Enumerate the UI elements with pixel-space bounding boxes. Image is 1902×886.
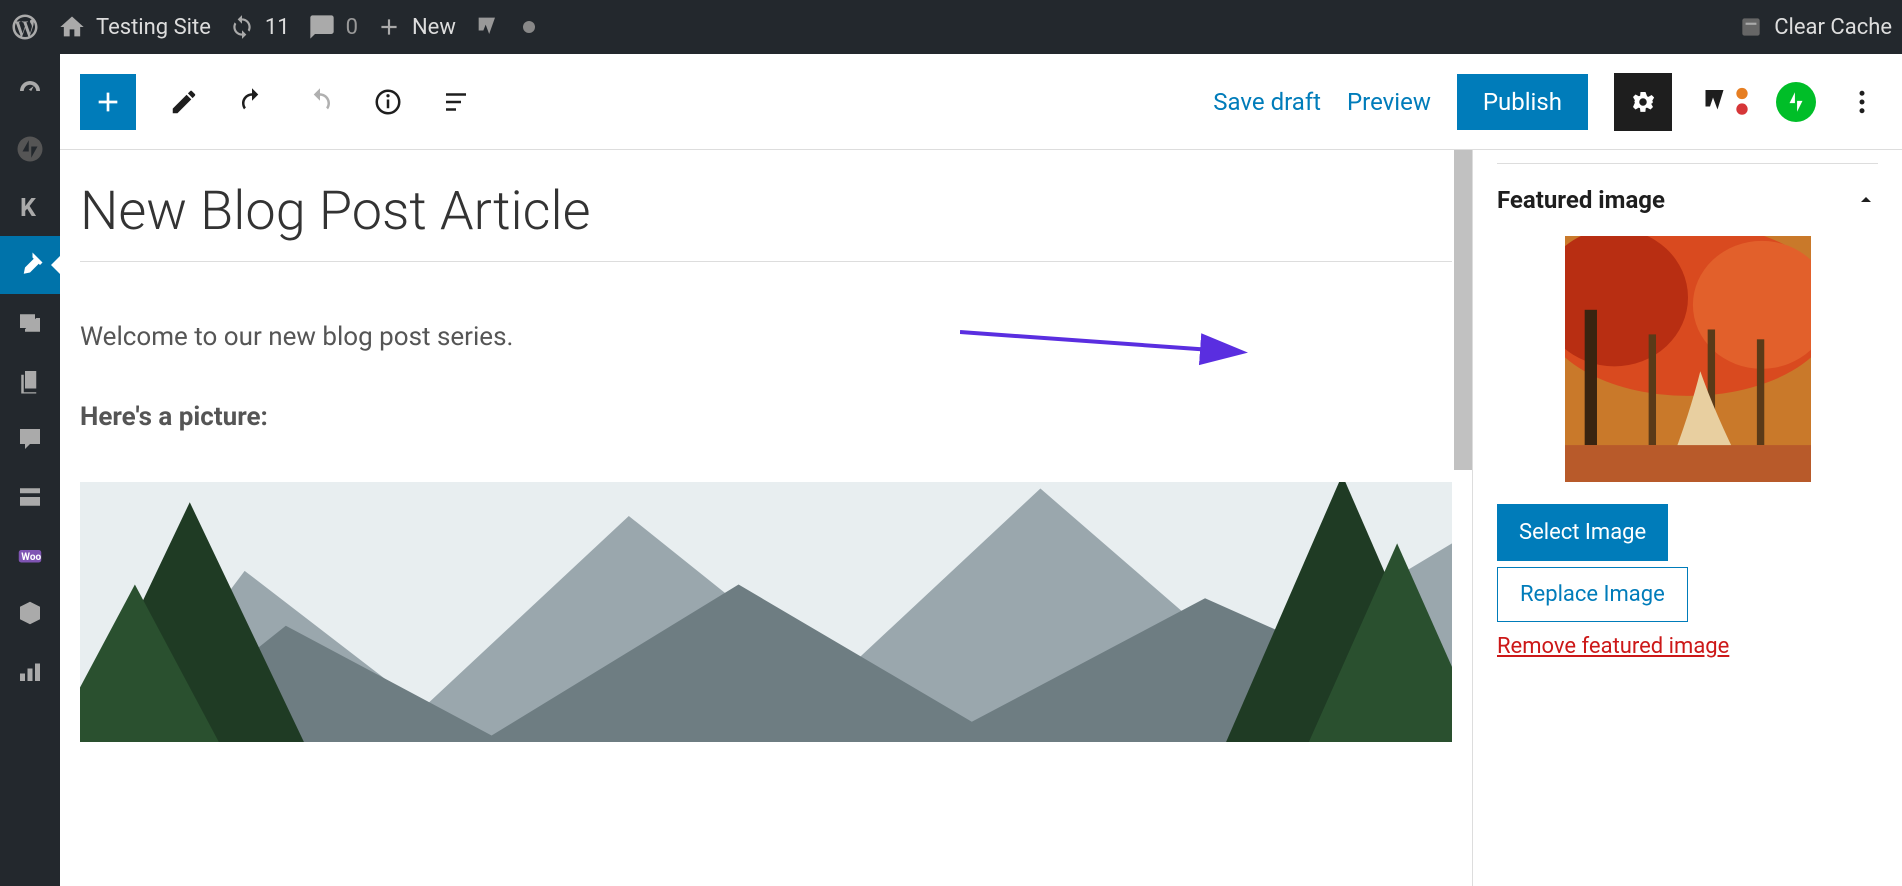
save-draft-button[interactable]: Save draft	[1213, 88, 1321, 116]
editor-canvas[interactable]: New Blog Post Article Welcome to our new…	[60, 150, 1472, 886]
nav-posts[interactable]	[0, 236, 60, 294]
chevron-up-icon	[1854, 188, 1878, 212]
nav-products[interactable]	[0, 584, 60, 642]
site-name-link[interactable]: Testing Site	[58, 13, 211, 41]
paragraph-block[interactable]: Here's a picture:	[80, 402, 1452, 432]
svg-text:K: K	[20, 194, 37, 222]
outline-button[interactable]	[436, 82, 476, 122]
undo-button[interactable]	[232, 82, 272, 122]
traffic-light-icon	[1734, 85, 1750, 119]
bolt-icon	[1783, 89, 1809, 115]
paragraph-block[interactable]: Welcome to our new blog post series.	[80, 322, 1452, 352]
jetpack-button[interactable]	[1776, 82, 1816, 122]
block-inserter-button[interactable]	[80, 74, 136, 130]
panel-title: Featured image	[1497, 186, 1665, 214]
admin-left-nav: K Woo	[0, 54, 60, 886]
details-button[interactable]	[368, 82, 408, 122]
comments-link[interactable]: 0	[308, 13, 358, 41]
clear-cache-label: Clear Cache	[1774, 15, 1892, 40]
post-title-input[interactable]: New Blog Post Article	[80, 180, 1452, 262]
nav-jetpack[interactable]	[0, 120, 60, 178]
nav-woocommerce[interactable]: Woo	[0, 526, 60, 584]
nav-comments[interactable]	[0, 410, 60, 468]
block-editor: Save draft Preview Publish New Blog Post…	[60, 54, 1902, 886]
image-block[interactable]	[80, 482, 1452, 742]
home-icon	[58, 13, 86, 41]
svg-text:Woo: Woo	[21, 552, 41, 563]
wp-logo[interactable]	[10, 12, 40, 42]
editor-toolbar: Save draft Preview Publish	[60, 54, 1902, 150]
settings-button[interactable]	[1614, 73, 1672, 131]
status-dot[interactable]	[520, 18, 538, 36]
remove-featured-image-link[interactable]: Remove featured image	[1497, 634, 1878, 659]
nav-pages[interactable]	[0, 352, 60, 410]
select-image-button[interactable]: Select Image	[1497, 504, 1668, 561]
yoast-icon	[474, 13, 502, 41]
settings-sidebar: Featured image	[1472, 150, 1902, 886]
comments-count: 0	[346, 15, 358, 40]
site-name: Testing Site	[96, 15, 211, 40]
plus-icon	[92, 86, 124, 118]
featured-image-panel-toggle[interactable]: Featured image	[1473, 164, 1902, 236]
preview-button[interactable]: Preview	[1347, 88, 1431, 116]
new-content-link[interactable]: New	[376, 14, 456, 40]
nav-analytics[interactable]	[0, 642, 60, 700]
nav-media[interactable]	[0, 294, 60, 352]
yoast-adminbar[interactable]	[474, 13, 502, 41]
refresh-icon	[229, 14, 255, 40]
yoast-button[interactable]	[1698, 84, 1750, 120]
tools-button[interactable]	[164, 82, 204, 122]
wp-admin-bar: Testing Site 11 0 New Clear Cache	[0, 0, 1902, 54]
nav-k[interactable]: K	[0, 178, 60, 236]
featured-image-thumbnail[interactable]	[1565, 236, 1811, 482]
redo-button[interactable]	[300, 82, 340, 122]
circle-icon	[520, 18, 538, 36]
new-label: New	[412, 15, 456, 40]
updates-count: 11	[265, 15, 290, 40]
cache-icon	[1738, 14, 1764, 40]
replace-image-button[interactable]: Replace Image	[1497, 567, 1688, 622]
clear-cache-link[interactable]: Clear Cache	[1738, 14, 1892, 40]
nav-forms[interactable]	[0, 468, 60, 526]
more-options-button[interactable]	[1842, 82, 1882, 122]
publish-button[interactable]: Publish	[1457, 74, 1588, 130]
yoast-icon	[1698, 84, 1734, 120]
comment-icon	[308, 13, 336, 41]
plus-icon	[376, 14, 402, 40]
nav-dashboard[interactable]	[0, 62, 60, 120]
updates-link[interactable]: 11	[229, 14, 290, 40]
scrollbar[interactable]	[1454, 150, 1472, 470]
